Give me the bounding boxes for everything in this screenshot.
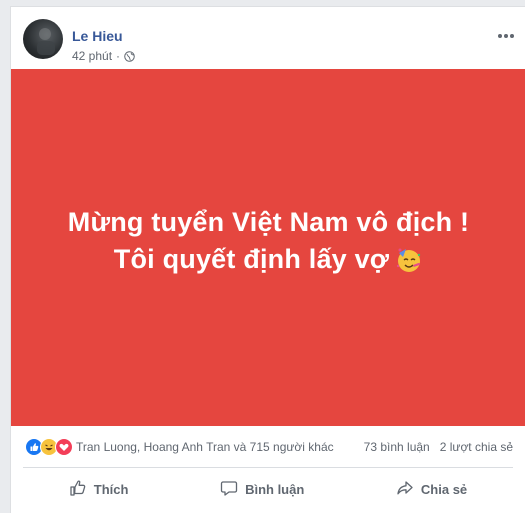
post-card: Le Hieu 42 phút · Mừng tuyển Việt Nam vô… xyxy=(10,6,525,513)
more-options-icon[interactable] xyxy=(497,27,515,38)
author-name[interactable]: Le Hieu xyxy=(72,28,123,44)
meta-separator: · xyxy=(116,49,121,63)
banner-line-1: Mừng tuyển Việt Nam vô địch ! xyxy=(67,206,470,237)
love-icon xyxy=(55,438,73,456)
post-time[interactable]: 42 phút xyxy=(72,49,112,63)
author-avatar[interactable] xyxy=(23,19,63,59)
post-header: Le Hieu 42 phút · xyxy=(23,15,525,65)
banner-line-2: Tôi quyết định lấy vợ xyxy=(113,243,390,274)
comment-label: Bình luận xyxy=(245,481,305,497)
comment-button[interactable]: Bình luận xyxy=(220,479,304,500)
reaction-stats: Tran Luong, Hoang Anh Tran và 715 người … xyxy=(25,437,513,457)
like-label: Thích xyxy=(93,481,129,497)
actions-divider xyxy=(23,467,513,468)
comment-icon xyxy=(220,479,238,500)
post-banner[interactable]: Mừng tuyển Việt Nam vô địch ! Tôi quyết … xyxy=(11,69,525,426)
post-actions: Thích Bình luận Chia sẻ xyxy=(23,472,513,506)
reaction-icons[interactable] xyxy=(25,438,73,456)
engagement-counts: 73 bình luận 2 lượt chia sẻ xyxy=(364,440,513,454)
banner-line-2-row: Tôi quyết định lấy vợ xyxy=(68,241,469,278)
reaction-summary[interactable]: Tran Luong, Hoang Anh Tran và 715 người … xyxy=(76,440,334,454)
banner-text: Mừng tuyển Việt Nam vô địch ! Tôi quyết … xyxy=(68,204,469,278)
globe-icon[interactable] xyxy=(124,50,135,62)
share-label: Chia sẻ xyxy=(420,481,468,497)
share-icon xyxy=(396,479,414,500)
thumbs-up-icon xyxy=(69,479,87,500)
share-count[interactable]: 2 lượt chia sẻ xyxy=(440,440,513,454)
post-meta: 42 phút · xyxy=(72,49,135,63)
comment-count[interactable]: 73 bình luận xyxy=(364,440,430,454)
like-button[interactable]: Thích xyxy=(69,479,129,500)
share-button[interactable]: Chia sẻ xyxy=(396,479,467,500)
party-face-emoji xyxy=(395,246,423,274)
